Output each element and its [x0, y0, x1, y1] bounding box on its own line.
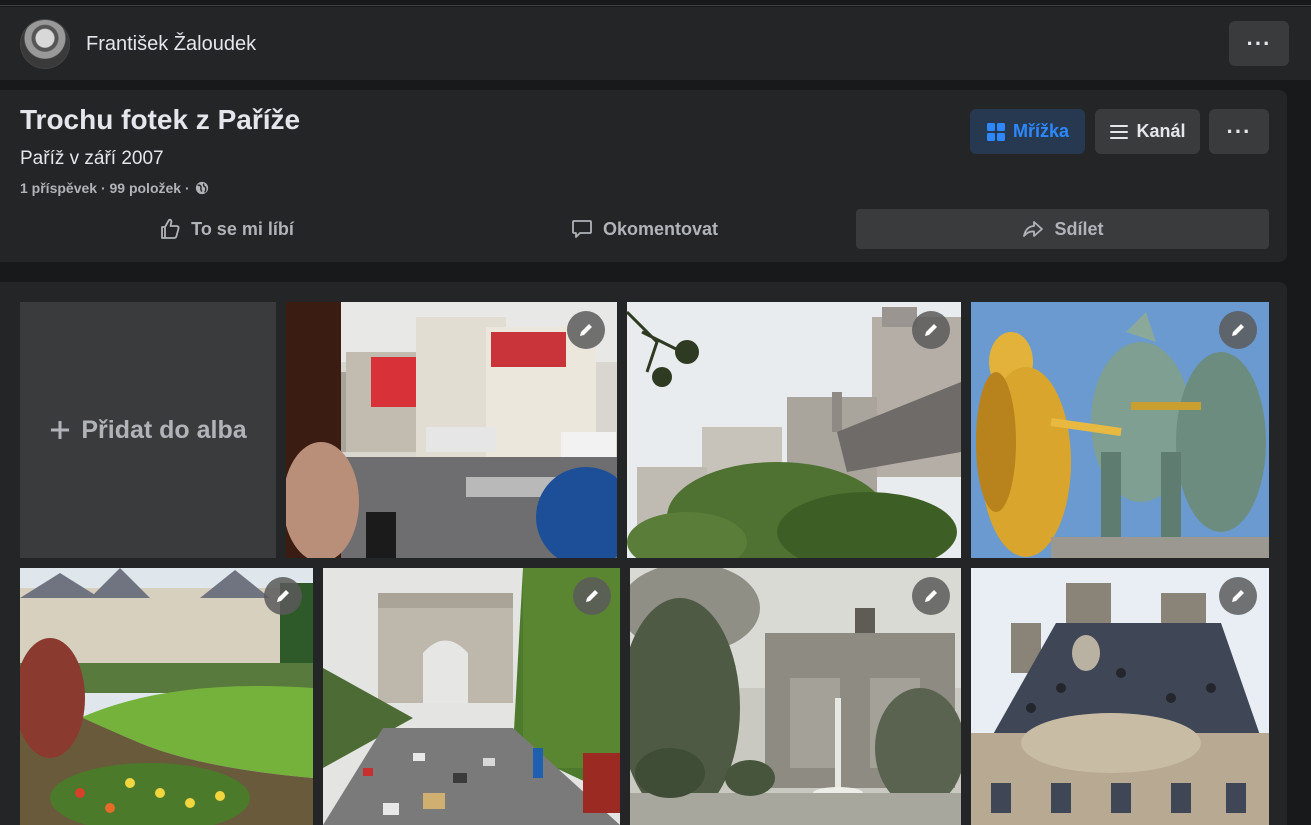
album-meta-text: 1 příspěvek · 99 položek · — [20, 180, 190, 196]
edit-photo-button[interactable] — [573, 577, 611, 615]
photo-grid: Přidat do alba — [0, 282, 1287, 825]
list-icon — [1110, 124, 1129, 139]
comment-icon — [572, 220, 592, 238]
photo-tile[interactable] — [627, 302, 961, 558]
header-more-button[interactable]: ··· — [1229, 21, 1289, 66]
pencil-icon — [277, 590, 289, 602]
pencil-icon — [1232, 590, 1244, 602]
edit-photo-button[interactable] — [1219, 577, 1257, 615]
photo-tile[interactable] — [971, 568, 1269, 825]
like-button[interactable]: To se mi líbí — [20, 209, 432, 249]
author-name[interactable]: František Žaloudek — [86, 33, 256, 56]
like-label: To se mi líbí — [191, 218, 294, 239]
photo-tile[interactable] — [20, 568, 313, 825]
grid-icon — [986, 122, 1005, 141]
more-icon: ··· — [1246, 30, 1272, 56]
photo-tile[interactable] — [286, 302, 617, 558]
pencil-icon — [925, 590, 937, 602]
share-button[interactable]: Sdílet — [856, 209, 1269, 249]
photo-tile[interactable] — [971, 302, 1269, 558]
thumbs-up-icon — [161, 218, 180, 239]
more-icon: ··· — [1226, 118, 1252, 144]
pencil-icon — [925, 324, 937, 336]
album-info-card: Trochu fotek z Paříže Paříž v září 2007 … — [0, 90, 1287, 262]
pencil-icon — [1232, 324, 1244, 336]
avatar[interactable] — [20, 19, 70, 69]
top-divider — [0, 0, 1311, 6]
edit-photo-button[interactable] — [1219, 311, 1257, 349]
edit-photo-button[interactable] — [264, 577, 302, 615]
globe-icon[interactable] — [195, 181, 209, 195]
add-to-album-label: Přidat do alba — [81, 415, 247, 444]
grid-view-button[interactable]: Mřížka — [970, 109, 1085, 154]
edit-photo-button[interactable] — [912, 311, 950, 349]
edit-photo-button[interactable] — [912, 577, 950, 615]
album-more-button[interactable]: ··· — [1209, 109, 1269, 154]
share-label: Sdílet — [1054, 218, 1104, 239]
grid-view-label: Mřížka — [1012, 121, 1070, 141]
album-subtitle: Paříž v září 2007 — [20, 148, 164, 169]
photo-tile[interactable] — [323, 568, 620, 825]
add-to-album-button[interactable]: Přidat do alba — [20, 302, 276, 558]
album-meta: 1 příspěvek · 99 položek · — [20, 180, 209, 196]
photo-carrousel-fountain — [630, 568, 961, 825]
feed-view-button[interactable]: Kanál — [1095, 109, 1200, 154]
comment-button[interactable]: Okomentovat — [438, 209, 850, 249]
plus-icon — [51, 421, 70, 439]
album-header-bar: František Žaloudek ··· — [0, 7, 1311, 80]
photo-tile[interactable] — [630, 568, 961, 825]
photo-moulin-rouge — [286, 302, 617, 558]
feed-view-label: Kanál — [1136, 121, 1186, 141]
share-icon — [1023, 221, 1044, 237]
comment-label: Okomentovat — [602, 218, 719, 239]
photo-rooftops — [627, 302, 961, 558]
pencil-icon — [586, 590, 598, 602]
edit-photo-button[interactable] — [567, 311, 605, 349]
pencil-icon — [580, 324, 592, 336]
album-title: Trochu fotek z Paříže — [20, 104, 301, 135]
